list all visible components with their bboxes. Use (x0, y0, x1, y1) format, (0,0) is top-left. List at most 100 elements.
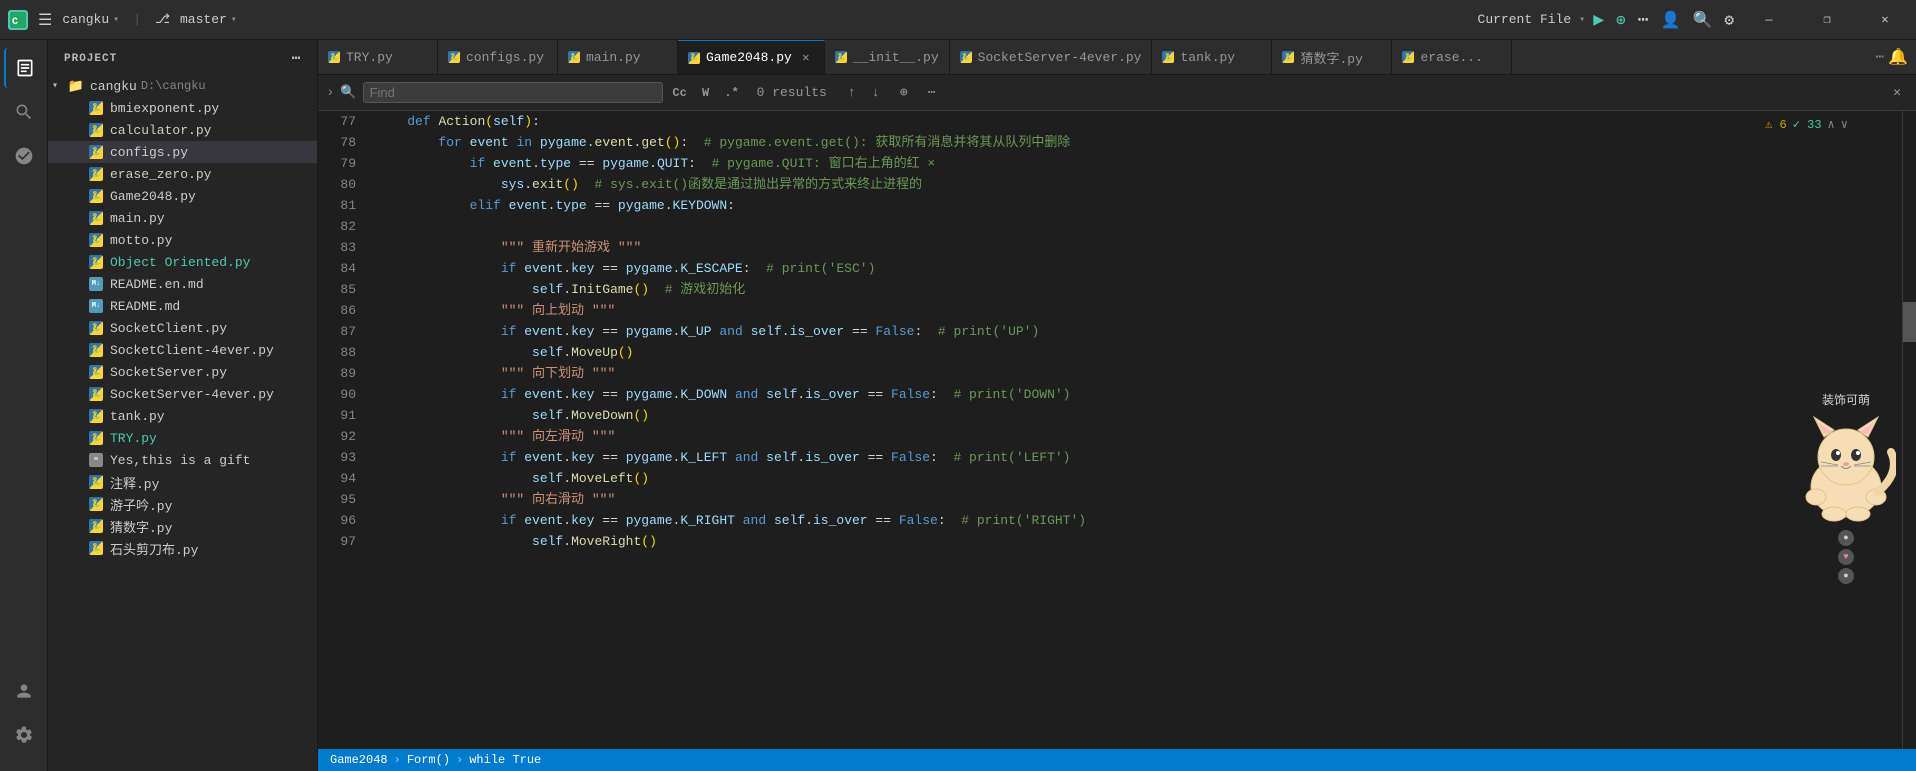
code-line-88: self.MoveUp() (376, 342, 1902, 363)
current-file-dropdown-icon (1579, 14, 1585, 26)
file-you-zi-yin[interactable]: ▸ 🐍 游子吟.py (48, 493, 317, 515)
settings-icon[interactable]: ⚙ (1724, 10, 1734, 30)
tab-close-game2048[interactable]: ✕ (798, 50, 814, 66)
code-line-80: sys.exit() # sys.exit()函数是通过抛出异常的方式来终止进程… (376, 174, 1902, 195)
file-cai-shu-zi[interactable]: ▸ 🐍 猜数字.py (48, 515, 317, 537)
activity-account[interactable] (4, 671, 44, 711)
maximize-button[interactable]: ❐ (1804, 0, 1850, 40)
file-gift[interactable]: ▸ ≡ Yes,this is a gift (48, 449, 317, 471)
minimize-button[interactable]: — (1746, 0, 1792, 40)
warning-count[interactable]: ⚠ 6 (1765, 117, 1787, 132)
tab-main[interactable]: 🐍 main.py (558, 40, 678, 75)
find-prev-button[interactable]: ↑ (841, 82, 863, 104)
file-zhu-shi[interactable]: ▸ 🐍 注释.py (48, 471, 317, 493)
ok-count: ✓ 33 (1793, 117, 1822, 132)
workspace-name[interactable]: cangku (62, 12, 119, 27)
file-configs[interactable]: ▸ 🐍 configs.py (48, 141, 317, 163)
find-expand-icon[interactable]: › (326, 85, 334, 101)
tab-socketserver-4ever[interactable]: 🐍 SocketServer-4ever.py (950, 40, 1153, 75)
editor-scrollbar[interactable] (1902, 111, 1916, 749)
py-icon: 🐍 (448, 51, 460, 63)
root-folder[interactable]: ▾ 📁 cangku D:\cangku (48, 75, 317, 97)
file-socketserver-4ever[interactable]: ▸ 🐍 SocketServer-4ever.py (48, 383, 317, 405)
tab-cai-shu-zi[interactable]: 🐍 猜数字.py (1272, 40, 1392, 75)
notifications-icon[interactable]: 🔔 (1888, 47, 1908, 67)
find-filter-button[interactable]: ⊕ (893, 82, 915, 104)
file-game2048[interactable]: ▸ 🐍 Game2048.py (48, 185, 317, 207)
file-main[interactable]: ▸ 🐍 main.py (48, 207, 317, 229)
find-search-icon: 🔍 (340, 85, 356, 100)
tabs-more-button[interactable]: ⋯ (1876, 49, 1884, 66)
file-erase-zero[interactable]: ▸ 🐍 erase_zero.py (48, 163, 317, 185)
py-file-icon: 🐍 (88, 210, 104, 226)
activity-settings[interactable] (4, 715, 44, 755)
file-shi-tou[interactable]: ▸ 🐍 石头剪刀布.py (48, 537, 317, 559)
find-options: Cc W .* (669, 82, 743, 104)
mascot-btn-1[interactable]: ● (1838, 530, 1854, 546)
code-line-82 (376, 216, 1902, 237)
py-file-icon: 🐍 (88, 254, 104, 270)
mascot-btn-3[interactable]: ● (1838, 568, 1854, 584)
tab-game2048[interactable]: 🐍 Game2048.py ✕ (678, 40, 825, 75)
code-content[interactable]: def Action(self): for event in pygame.ev… (368, 111, 1902, 749)
branch-name[interactable]: master (180, 12, 237, 27)
activity-search[interactable] (4, 92, 44, 132)
find-regex-button[interactable]: .* (721, 82, 743, 104)
find-case-sensitive-button[interactable]: Cc (669, 82, 691, 104)
tab-tank[interactable]: 🐍 tank.py (1152, 40, 1272, 75)
file-motto[interactable]: ▸ 🐍 motto.py (48, 229, 317, 251)
breadcrumb-part-1[interactable]: Game2048 (330, 753, 388, 767)
sidebar-tree[interactable]: ▾ 📁 cangku D:\cangku ▸ 🐍 bmiexponent.py … (48, 73, 317, 771)
file-socketclient-4ever[interactable]: ▸ 🐍 SocketClient-4ever.py (48, 339, 317, 361)
branch-dropdown-icon (231, 14, 237, 26)
file-readme-en[interactable]: ▸ M↓ README.en.md (48, 273, 317, 295)
activity-git[interactable] (4, 136, 44, 176)
py-icon: 🐍 (1282, 51, 1294, 63)
line-numbers: 77 78 79 80 81 82 83 84 85 86 87 88 89 9… (318, 111, 368, 749)
problems-chevron-up[interactable]: ∧ (1828, 117, 1835, 132)
tab-init[interactable]: 🐍 __init__.py (825, 40, 950, 75)
folder-icon: 📁 (68, 78, 84, 94)
file-socketserver[interactable]: ▸ 🐍 SocketServer.py (48, 361, 317, 383)
problems-chevron-down[interactable]: ∨ (1841, 117, 1848, 132)
file-try[interactable]: ▸ 🐍 TRY.py (48, 427, 317, 449)
code-line-87: if event.key == pygame.K_UP and self.is_… (376, 321, 1902, 342)
tab-try[interactable]: 🐍 TRY.py (318, 40, 438, 75)
debug-icon[interactable]: ⊕ (1616, 10, 1626, 30)
file-bmiexponent[interactable]: ▸ 🐍 bmiexponent.py (48, 97, 317, 119)
breadcrumb-part-2[interactable]: Form() (407, 753, 450, 767)
close-button[interactable]: ✕ (1862, 0, 1908, 40)
file-tank[interactable]: ▸ 🐍 tank.py (48, 405, 317, 427)
breadcrumb-part-3[interactable]: while True (469, 753, 541, 767)
hamburger-icon[interactable]: ☰ (38, 10, 52, 30)
file-socketclient[interactable]: ▸ 🐍 SocketClient.py (48, 317, 317, 339)
py-file-icon: 🐍 (88, 100, 104, 116)
code-line-95: """ 向右滑动 """ (376, 489, 1902, 510)
titlebar-right: ▶ ⊕ ⋯ 👤 🔍 ⚙ — ❐ ✕ (1593, 0, 1908, 40)
tab-configs[interactable]: 🐍 configs.py (438, 40, 558, 75)
more-options-button[interactable]: ⋯ (1638, 9, 1649, 31)
global-search-icon[interactable]: 🔍 (1692, 10, 1712, 30)
run-button[interactable]: ▶ (1593, 9, 1604, 31)
breadcrumb: Game2048 › Form() › while True (318, 749, 1916, 771)
md-file-icon: M↓ (88, 276, 104, 292)
file-object-oriented[interactable]: ▸ 🐍 Object Oriented.py (48, 251, 317, 273)
py-file-icon: 🐍 (88, 166, 104, 182)
find-close-button[interactable]: ✕ (1886, 82, 1908, 104)
editor-scrollbar-thumb[interactable] (1903, 302, 1916, 342)
find-more-button[interactable]: ⋯ (921, 82, 943, 104)
tab-erase[interactable]: 🐍 erase... (1392, 40, 1512, 75)
activity-files[interactable] (4, 48, 44, 88)
code-line-92: """ 向左滑动 """ (376, 426, 1902, 447)
file-calculator[interactable]: ▸ 🐍 calculator.py (48, 119, 317, 141)
find-whole-word-button[interactable]: W (695, 82, 717, 104)
mascot-btn-2[interactable]: ♥ (1838, 549, 1854, 565)
find-input[interactable] (370, 85, 656, 100)
find-next-button[interactable]: ↓ (865, 82, 887, 104)
titlebar-center: Current File (1478, 12, 1586, 27)
file-readme[interactable]: ▸ M↓ README.md (48, 295, 317, 317)
py-file-icon: 🐍 (88, 122, 104, 138)
account-icon[interactable]: 👤 (1661, 10, 1681, 30)
sidebar-header: Project ⋯ (48, 40, 317, 73)
svg-text:C: C (12, 17, 18, 28)
